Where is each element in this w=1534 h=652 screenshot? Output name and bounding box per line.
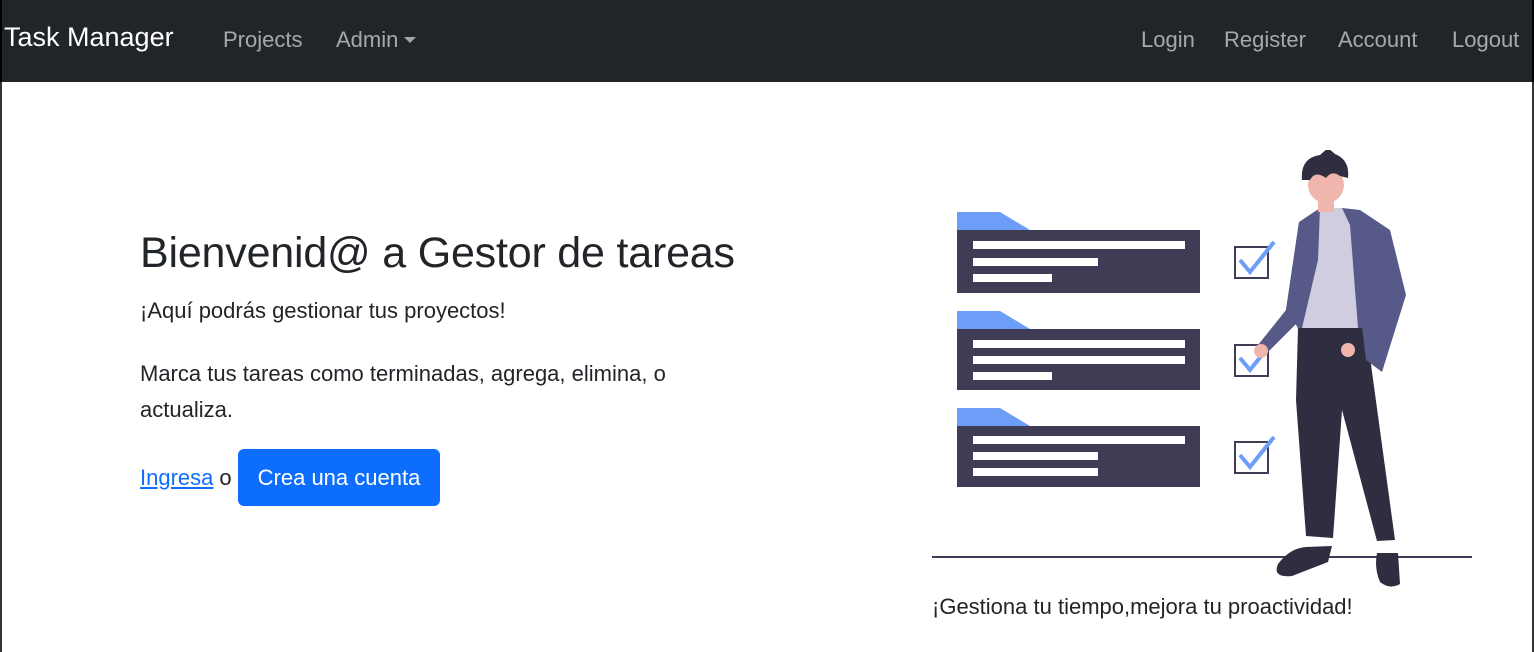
nav-projects[interactable]: Projects [223, 27, 302, 53]
chevron-down-icon [404, 37, 417, 43]
hero-subtitle: ¡Aquí podrás gestionar tus proyectos! [140, 298, 506, 323]
illustration-caption: ¡Gestiona tu tiempo,mejora tu proactivid… [932, 594, 1353, 619]
task-card-3 [957, 408, 1200, 487]
check-icon [1234, 240, 1276, 279]
login-link[interactable]: Ingresa [140, 465, 213, 491]
check-icon [1234, 435, 1276, 474]
nav-admin-label: Admin [336, 27, 399, 52]
create-account-button[interactable]: Crea una cuenta [237, 449, 441, 506]
page-title: Bienvenid@ a Gestor de tareas [140, 229, 735, 277]
or-text: o [219, 464, 232, 490]
nav-login[interactable]: Login [1141, 27, 1195, 53]
left-border [0, 82, 2, 652]
top-navbar: Task Manager Projects Admin Login Regist… [0, 0, 1534, 82]
task-card-1 [957, 212, 1200, 293]
nav-admin-dropdown[interactable]: Admin [336, 27, 417, 53]
nav-logout[interactable]: Logout [1452, 27, 1519, 53]
cta-row: Ingresa o Crea una cuenta [140, 449, 441, 506]
brand-link[interactable]: Task Manager [4, 22, 174, 53]
hero-description: Marca tus tareas como terminadas, agrega… [140, 361, 666, 422]
nav-register[interactable]: Register [1224, 27, 1306, 53]
task-card-2 [957, 311, 1200, 390]
task-checklist-illustration [932, 150, 1472, 587]
person-figure [1254, 150, 1406, 587]
nav-account[interactable]: Account [1338, 27, 1418, 53]
